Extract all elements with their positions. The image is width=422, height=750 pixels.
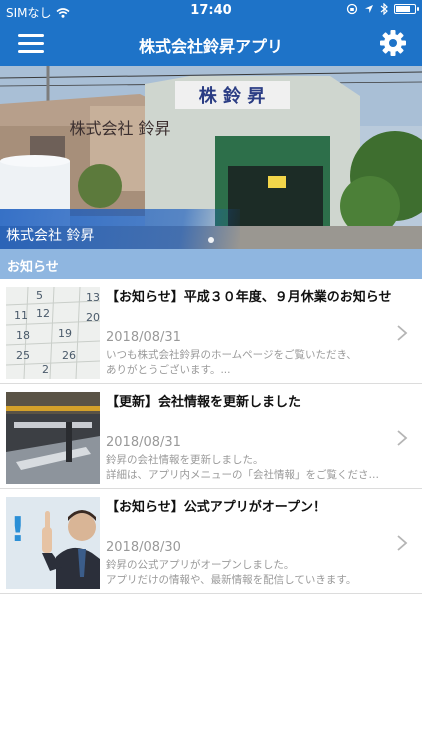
svg-text:5: 5 [36, 289, 43, 302]
wall-lettering: 株式会社 鈴昇 [69, 119, 170, 138]
news-excerpt: 鈴昇の会社情報を更新しました。 詳細は、アプリ内メニューの「会社情報」をご覧くだ… [106, 453, 386, 483]
chevron-right-icon [397, 535, 408, 551]
status-bar: SIMなし 17:40 [0, 0, 422, 22]
news-excerpt: 鈴昇の公式アプリがオープンしました。 アプリだけの情報や、最新情報を配信していき… [106, 558, 386, 588]
news-item[interactable]: ! 【お知らせ】公式アプリがオープン！ 2018/08/30 鈴昇の公式アプリが… [0, 489, 422, 594]
factory-interior-thumbnail [6, 392, 100, 484]
svg-text:18: 18 [16, 329, 30, 342]
chevron-right-icon [397, 430, 408, 446]
hero-caption: 株式会社 鈴昇 [6, 228, 95, 244]
news-excerpt-line: 鈴昇の公式アプリがオープンしました。 [106, 559, 295, 571]
bluetooth-icon [380, 3, 388, 15]
svg-text:26: 26 [62, 349, 76, 362]
news-date: 2018/08/30 [106, 540, 181, 555]
businessman-thumbnail: ! [6, 497, 100, 589]
calendar-thumbnail: 5 13 11 12 20 18 19 25 26 2 [6, 287, 100, 379]
app-title: 株式会社鈴昇アプリ [138, 37, 283, 56]
status-icons [346, 3, 419, 15]
svg-text:25: 25 [16, 349, 30, 362]
factory-sign-text: 株 鈴 昇 [199, 85, 266, 107]
news-title: 【更新】会社情報を更新しました [106, 395, 302, 410]
news-excerpt-line: ありがとうございます。... [106, 364, 231, 376]
battery-icon [394, 4, 419, 14]
news-list: 5 13 11 12 20 18 19 25 26 2 【お知らせ】平成３０年度、９月休業の… [0, 279, 422, 594]
news-title: 【お知らせ】平成３０年度、９月休業のお知らせ [106, 290, 392, 305]
news-date: 2018/08/31 [106, 435, 181, 450]
chevron-right-icon [397, 325, 408, 341]
carousel-dot[interactable] [208, 237, 214, 243]
news-excerpt-line: アプリだけの情報や、最新情報を配信していきます。 [106, 574, 357, 586]
svg-text:!: ! [10, 510, 26, 550]
battery-level [396, 6, 410, 12]
navigation-bar: 株式会社鈴昇アプリ [0, 22, 422, 66]
news-section-header: お知らせ [0, 249, 422, 279]
svg-text:2: 2 [42, 363, 49, 376]
news-excerpt: いつも株式会社鈴昇のホームページをご覧いただき、 ありがとうございます。... [106, 348, 386, 378]
orientation-lock-icon [346, 3, 358, 15]
news-excerpt-line: 詳細は、アプリ内メニューの「会社情報」をご覧ください。 [106, 469, 386, 481]
svg-text:19: 19 [58, 327, 72, 340]
top-bar: SIMなし 17:40 株式会社鈴昇アプリ [0, 0, 422, 66]
location-icon [365, 5, 373, 13]
svg-text:20: 20 [86, 311, 100, 324]
news-item[interactable]: 5 13 11 12 20 18 19 25 26 2 【お知らせ】平成３０年度、９月休業の… [0, 279, 422, 384]
news-date: 2018/08/31 [106, 330, 181, 345]
news-excerpt-line: 鈴昇の会社情報を更新しました。 [106, 454, 264, 466]
news-title: 【お知らせ】公式アプリがオープン！ [106, 500, 326, 515]
news-item[interactable]: 【更新】会社情報を更新しました 2018/08/31 鈴昇の会社情報を更新しまし… [0, 384, 422, 489]
hero-banner[interactable]: 株 鈴 昇 株式会社 鈴昇 株式会社 鈴昇 [0, 66, 422, 249]
section-label: お知らせ [7, 260, 59, 275]
svg-text:13: 13 [86, 291, 100, 304]
gear-icon[interactable] [378, 28, 408, 58]
svg-text:11: 11 [14, 309, 28, 322]
svg-text:12: 12 [36, 307, 50, 320]
news-excerpt-line: いつも株式会社鈴昇のホームページをご覧いただき、 [106, 349, 357, 361]
